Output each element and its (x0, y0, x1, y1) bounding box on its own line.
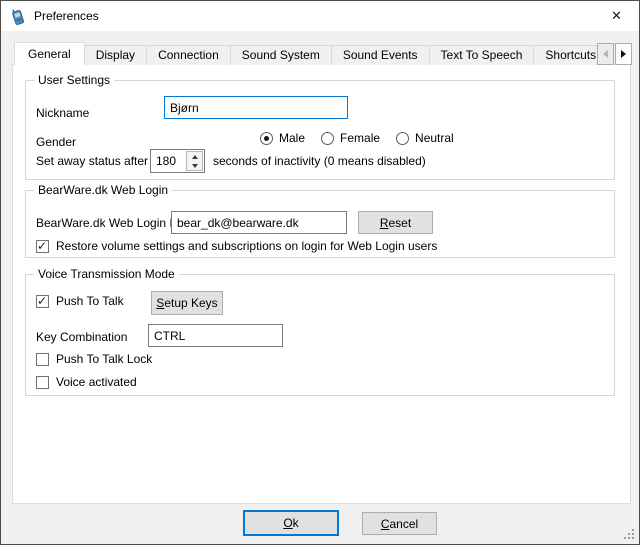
group-user-settings: User Settings Nickname Gender Male Femal… (25, 80, 615, 180)
spin-down-icon[interactable] (192, 164, 198, 168)
tab-scroll-buttons (596, 43, 632, 65)
push-to-talk-lock-label: Push To Talk Lock (56, 352, 152, 366)
reset-button[interactable]: Reset (358, 211, 433, 234)
radio-male-icon[interactable] (260, 132, 273, 145)
tab-scroll-left-button[interactable] (597, 43, 614, 65)
radio-female-label: Female (340, 131, 380, 145)
group-title: Voice Transmission Mode (34, 267, 179, 281)
web-login-id-label: BearWare.dk Web Login ID (36, 216, 181, 230)
push-to-talk-lock-checkbox-row[interactable]: Push To Talk Lock (36, 352, 152, 366)
voice-activated-checkbox-row[interactable]: Voice activated (36, 375, 137, 389)
spinner-buttons (186, 151, 203, 171)
radio-female-icon[interactable] (321, 132, 334, 145)
voice-activated-checkbox[interactable] (36, 376, 49, 389)
voice-activated-label: Voice activated (56, 375, 137, 389)
restore-volume-checkbox[interactable] (36, 240, 49, 253)
title-bar: Preferences ✕ (1, 1, 639, 31)
radio-neutral-icon[interactable] (396, 132, 409, 145)
window-title: Preferences (34, 9, 99, 23)
web-login-id-input[interactable] (171, 211, 347, 234)
tab-connection[interactable]: Connection (146, 45, 231, 65)
group-web-login: BearWare.dk Web Login BearWare.dk Web Lo… (25, 190, 615, 258)
arrow-right-icon (621, 50, 626, 58)
arrow-left-icon (603, 50, 608, 58)
ok-button[interactable]: Ok (243, 510, 339, 536)
push-to-talk-checkbox-row[interactable]: Push To Talk (36, 294, 124, 308)
key-combination-input[interactable] (148, 324, 283, 347)
away-seconds-value: 180 (156, 154, 176, 168)
tab-display[interactable]: Display (84, 45, 147, 65)
setup-keys-button[interactable]: Setup Keys (151, 291, 223, 315)
radio-male-label: Male (279, 131, 305, 145)
push-to-talk-checkbox[interactable] (36, 295, 49, 308)
radio-neutral-label: Neutral (415, 131, 454, 145)
gender-label: Gender (36, 135, 76, 149)
radio-option-neutral[interactable]: Neutral (396, 131, 454, 145)
gender-radio-group: Male Female Neutral (260, 131, 470, 145)
app-icon (9, 7, 27, 25)
cancel-button[interactable]: Cancel (362, 512, 437, 535)
tab-text-to-speech[interactable]: Text To Speech (429, 45, 535, 65)
tab-general[interactable]: General (14, 42, 85, 65)
close-button[interactable]: ✕ (594, 1, 639, 31)
group-title: User Settings (34, 73, 114, 87)
radio-option-male[interactable]: Male (260, 131, 305, 145)
radio-option-female[interactable]: Female (321, 131, 380, 145)
tab-sound-events[interactable]: Sound Events (331, 45, 430, 65)
group-title: BearWare.dk Web Login (34, 183, 172, 197)
resize-grip[interactable] (622, 527, 636, 541)
restore-volume-label: Restore volume settings and subscription… (56, 239, 437, 253)
away-status-suffix: seconds of inactivity (0 means disabled) (213, 154, 426, 168)
group-voice-transmission: Voice Transmission Mode Push To Talk Set… (25, 274, 615, 396)
nickname-input[interactable] (164, 96, 348, 119)
dialog-content: General Display Connection Sound System … (1, 31, 639, 544)
push-to-talk-label: Push To Talk (56, 294, 124, 308)
tab-page-general: User Settings Nickname Gender Male Femal… (12, 64, 631, 504)
nickname-label: Nickname (36, 106, 89, 120)
preferences-window: Preferences ✕ General Display Connection… (0, 0, 640, 545)
key-combination-label: Key Combination (36, 330, 127, 344)
spin-up-icon[interactable] (192, 155, 198, 159)
tab-scroll-right-button[interactable] (615, 43, 632, 65)
away-status-label: Set away status after (36, 154, 148, 168)
restore-volume-checkbox-row[interactable]: Restore volume settings and subscription… (36, 239, 437, 253)
tab-bar: General Display Connection Sound System … (14, 41, 632, 65)
away-seconds-spinner[interactable]: 180 (150, 149, 205, 173)
tab-sound-system[interactable]: Sound System (230, 45, 332, 65)
push-to-talk-lock-checkbox[interactable] (36, 353, 49, 366)
